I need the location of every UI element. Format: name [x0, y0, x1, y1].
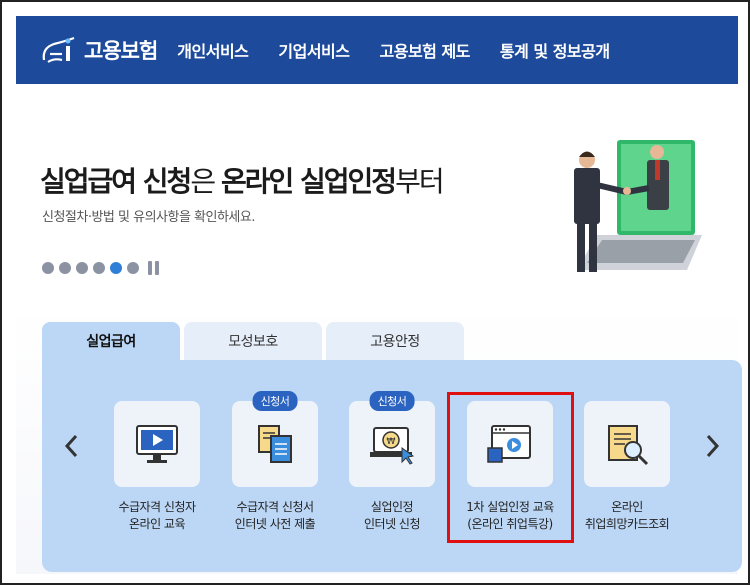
hero-subtitle: 신청절차·방법 및 유의사항을 확인하세요.: [42, 210, 255, 225]
service-icon-box: [114, 401, 200, 487]
carousel-dot-2[interactable]: [59, 262, 71, 274]
service-label: 1차 실업인정 교육 (온라인 취업특강): [450, 499, 570, 533]
carousel-dot-1[interactable]: [42, 262, 54, 274]
handshake-laptop-illustration: [557, 130, 707, 275]
next-arrow-icon[interactable]: [702, 432, 722, 460]
service-label-line-2: 인터넷 신청: [363, 517, 421, 531]
site-header: 고용보험 개인서비스 기업서비스 고용보험 제도 통계 및 정보공개: [16, 16, 738, 84]
service-label-line-2: (온라인 취업특강): [467, 517, 553, 531]
carousel-dot-6[interactable]: [127, 262, 139, 274]
service-icon-box: [467, 401, 553, 487]
service-label-line-1: 온라인: [611, 500, 643, 514]
service-icon-box: 신청서 ₩: [349, 391, 435, 487]
prev-arrow-icon[interactable]: [62, 432, 82, 460]
application-badge: 신청서: [252, 391, 298, 411]
browser-video-icon: [487, 425, 531, 463]
service-label: 수급자격 신청서 인터넷 사전 제출: [215, 499, 335, 533]
service-unemployment-recognition[interactable]: 신청서 ₩ 실업인정 인터넷 신청: [332, 391, 452, 533]
service-label: 수급자격 신청자 온라인 교육: [97, 499, 217, 533]
nav-insurance-system[interactable]: 고용보험 제도: [380, 38, 471, 62]
application-badge: 신청서: [369, 391, 415, 411]
main-nav: 개인서비스 기업서비스 고용보험 제도 통계 및 정보공개: [177, 38, 639, 62]
service-icon-box: [584, 401, 670, 487]
browser-frame: 고용보험 개인서비스 기업서비스 고용보험 제도 통계 및 정보공개 실업급여 …: [0, 0, 750, 585]
service-label-line-1: 1차 실업인정 교육: [466, 500, 554, 514]
service-label-line-1: 실업인정: [370, 500, 414, 514]
service-online-education[interactable]: 수급자격 신청자 온라인 교육: [97, 401, 217, 533]
svg-text:₩: ₩: [387, 437, 396, 447]
service-label-line-2: 취업희망카드조회: [584, 517, 670, 531]
documents-icon: [258, 425, 292, 463]
carousel-dot-5[interactable]: [110, 262, 122, 274]
service-application-presubmit[interactable]: 신청서 수급자격 신청서 인터넷 사전 제출: [215, 391, 335, 533]
card-search-icon: [608, 425, 649, 466]
nav-statistics[interactable]: 통계 및 정보공개: [500, 38, 610, 62]
logo-text: 고용보험: [84, 39, 158, 63]
carousel-dot-3[interactable]: [76, 262, 88, 274]
site-logo[interactable]: 고용보험: [40, 34, 158, 66]
service-label-line-2: 온라인 교육: [128, 517, 186, 531]
service-label: 온라인 취업희망카드조회: [567, 499, 687, 533]
nav-personal-services[interactable]: 개인서비스: [177, 38, 249, 62]
service-label-line-1: 수급자격 신청자: [118, 500, 196, 514]
service-label: 실업인정 인터넷 신청: [332, 499, 452, 533]
service-label-line-2: 인터넷 사전 제출: [234, 517, 316, 531]
tab-maternity-protection[interactable]: 모성보호: [184, 322, 322, 360]
hero-title-bold-1: 실업급여 신청: [40, 165, 192, 198]
hero-title-bold-2: 온라인 실업인정: [220, 165, 397, 198]
service-first-recognition-education[interactable]: 1차 실업인정 교육 (온라인 취업특강): [450, 401, 570, 533]
carousel-indicators: [42, 261, 162, 275]
service-label-line-1: 수급자격 신청서: [236, 500, 314, 514]
nav-business-services[interactable]: 기업서비스: [278, 38, 350, 62]
pause-icon[interactable]: [148, 261, 162, 275]
monitor-play-icon: [136, 425, 178, 463]
tab-employment-stability[interactable]: 고용안정: [326, 322, 464, 360]
carousel-dot-4[interactable]: [93, 262, 105, 274]
tab-unemployment-benefit[interactable]: 실업급여: [42, 322, 180, 360]
ei-logo-icon: [40, 34, 78, 66]
hero-title[interactable]: 실업급여 신청은 온라인 실업인정부터: [40, 160, 445, 200]
hero-title-light-1: 은: [190, 165, 221, 198]
hero-title-light-2: 부터: [395, 165, 445, 198]
service-job-card-inquiry[interactable]: 온라인 취업희망카드조회: [567, 401, 687, 533]
laptop-coin-icon: ₩: [370, 427, 415, 465]
service-icon-box: 신청서: [232, 391, 318, 487]
service-tabs: 실업급여 모성보호 고용안정: [42, 322, 468, 360]
